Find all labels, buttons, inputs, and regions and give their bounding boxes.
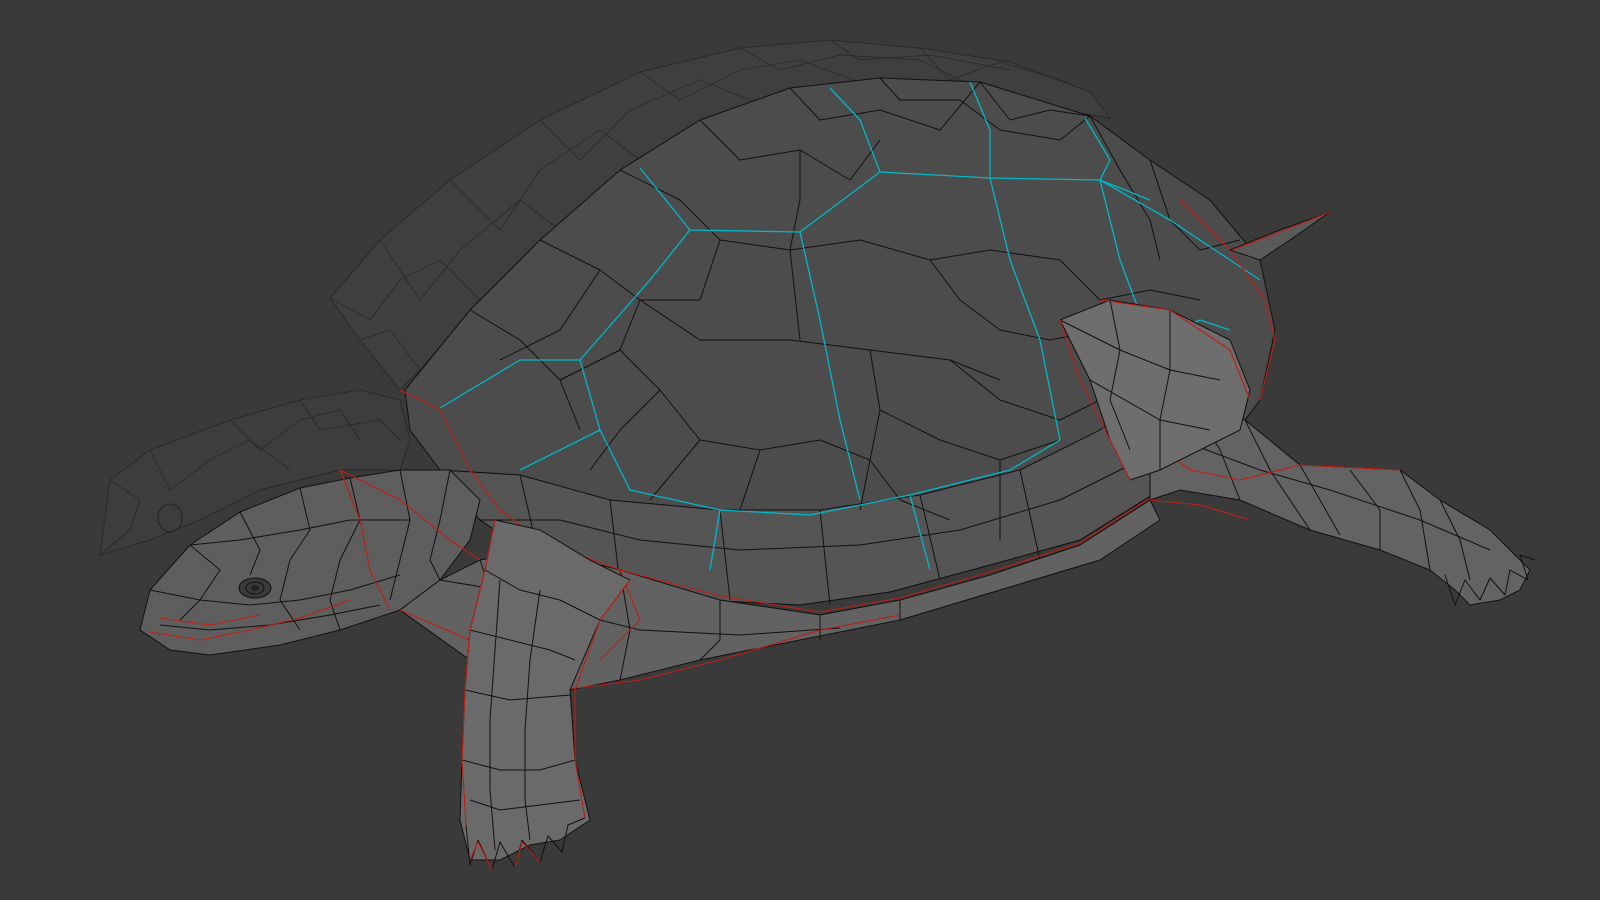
front-leg-surface — [459, 519, 631, 861]
turtle-mesh[interactable] — [0, 0, 1600, 900]
3d-viewport[interactable] — [0, 0, 1600, 900]
front-leg — [459, 519, 631, 871]
eye-icon — [238, 577, 272, 599]
tail — [1228, 211, 1331, 261]
